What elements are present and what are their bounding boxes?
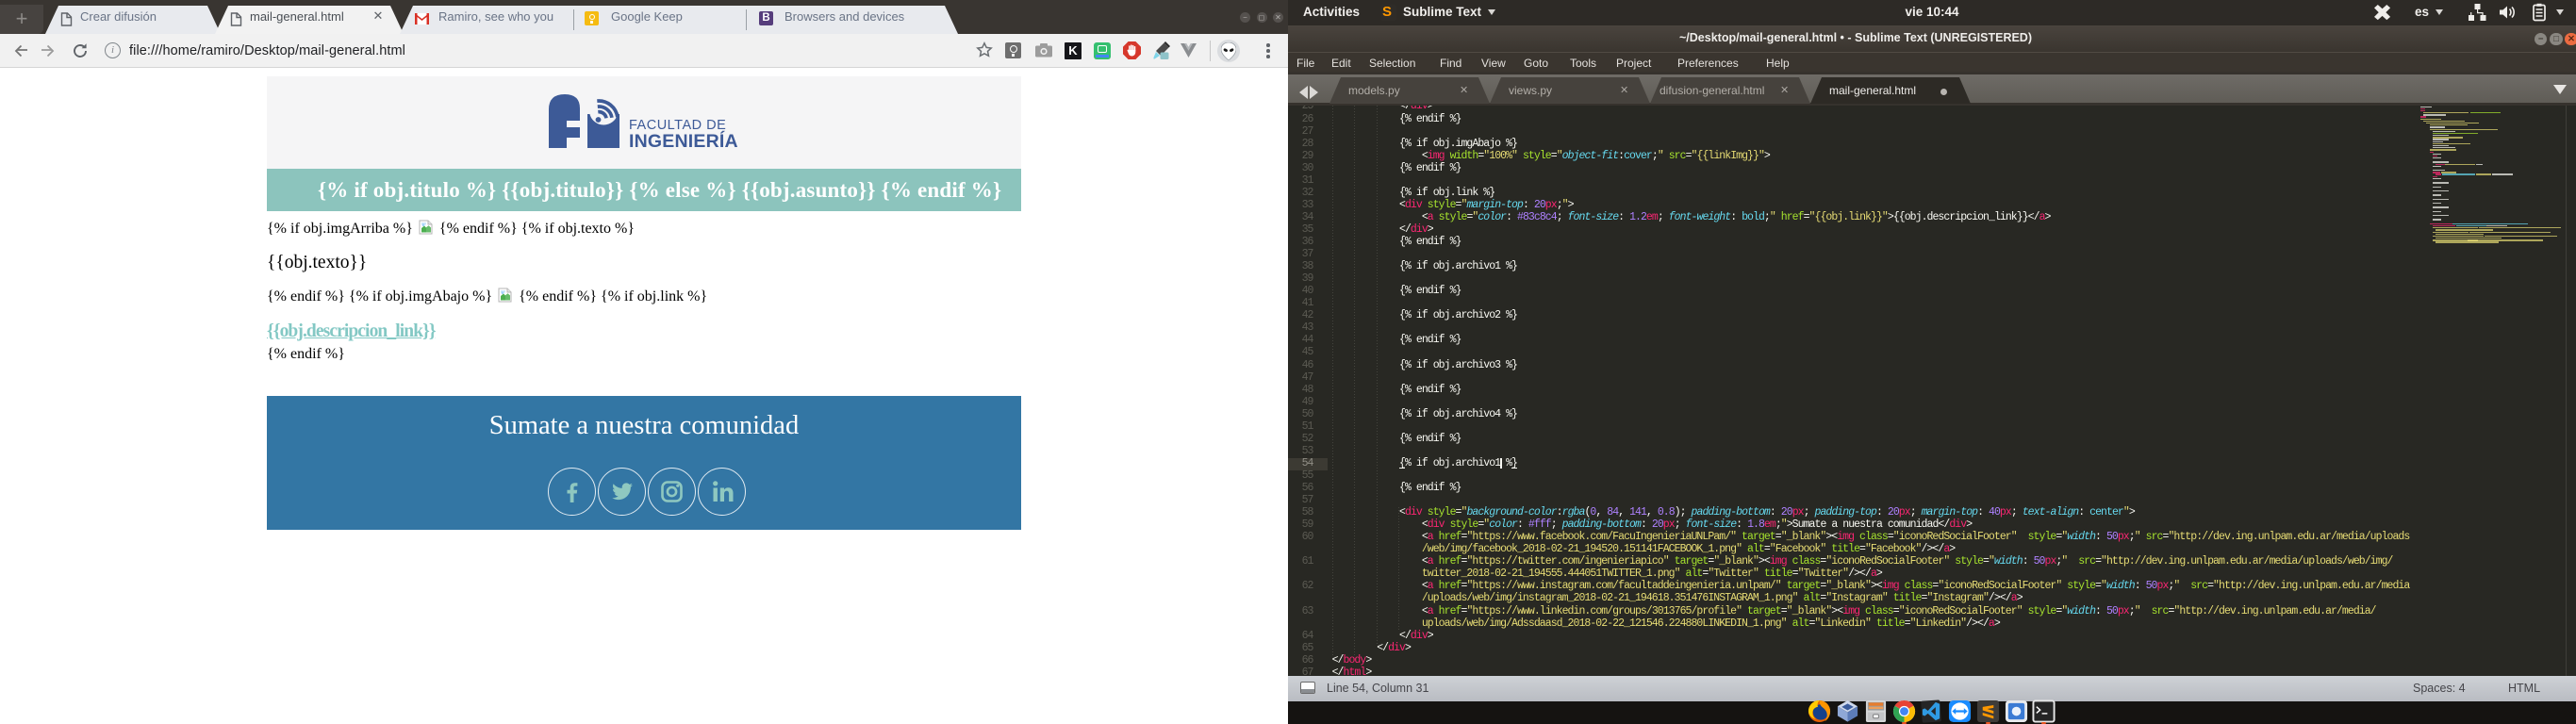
svg-text:INGENIERÍA: INGENIERÍA <box>629 130 737 149</box>
